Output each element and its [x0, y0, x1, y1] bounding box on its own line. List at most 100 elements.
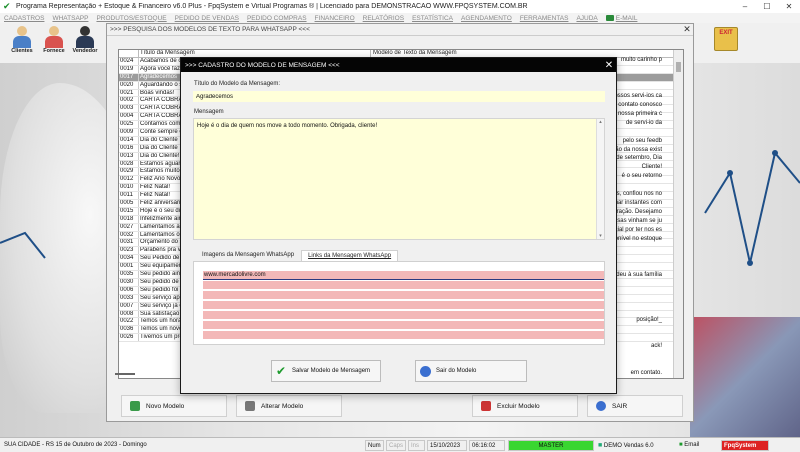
sair-label: SAIR	[612, 402, 628, 410]
row-code: 0033	[119, 294, 139, 302]
alterar-modelo-button[interactable]: Alterar Modelo	[236, 395, 342, 417]
fornece-label: Fornece	[43, 48, 65, 54]
row-code: 0016	[119, 144, 139, 152]
close-button[interactable]: ✕	[778, 2, 800, 11]
link-row[interactable]	[203, 301, 604, 310]
statusbar: SUA CIDADE - RS 15 de Outubro de 2023 - …	[0, 437, 800, 452]
search-window-close[interactable]: ✕	[681, 24, 693, 35]
fornece-button[interactable]: Fornece	[39, 25, 69, 61]
row-code: 0011	[119, 192, 139, 200]
demo-icon: ■	[598, 442, 603, 449]
col-titulo-header[interactable]: Título da Mensagem	[139, 50, 371, 57]
modal-title: >>> CADASTRO DO MODELO DE MENSAGEM <<<	[185, 61, 340, 69]
grid-hscroll[interactable]	[115, 373, 135, 375]
row-code: 0005	[119, 200, 139, 207]
menu-agendamento[interactable]: AGENDAMENTO	[461, 15, 512, 22]
novo-modelo-button[interactable]: Novo Modelo	[121, 395, 227, 417]
row-code: 0009	[119, 129, 139, 136]
scroll-down-icon[interactable]: ▾	[597, 233, 604, 239]
status-email-label: Email	[684, 442, 700, 448]
grid-scrollbar[interactable]	[673, 50, 683, 378]
menu-ajuda[interactable]: AJUDA	[576, 15, 597, 22]
alterar-modelo-label: Alterar Modelo	[261, 402, 304, 410]
status-email[interactable]: ■ Email	[677, 440, 719, 451]
clientes-button[interactable]: Clientes	[7, 25, 37, 61]
link-row[interactable]	[203, 281, 604, 290]
modal-close-button[interactable]: ✕	[602, 60, 616, 71]
row-code: 0029	[119, 168, 139, 176]
row-model-snippet: muito carinho p	[620, 57, 662, 63]
status-demo: ■ DEMO Vendas 6.0	[596, 440, 676, 451]
tab-imagens[interactable]: Imagens da Mensagem WhatsApp	[195, 249, 301, 261]
menu-email[interactable]: E-MAIL	[605, 15, 646, 22]
row-code: 0036	[119, 326, 139, 334]
row-model-snippet: a nossa primeira c	[612, 110, 662, 117]
mensagem-text: Hoje é o dia de quem nos move a todo mom…	[197, 123, 378, 129]
row-code: 0027	[119, 223, 139, 231]
maximize-button[interactable]: ☐	[756, 2, 778, 11]
menu-ferramentas[interactable]: FERRAMENTAS	[520, 15, 569, 22]
row-model-snippet: em contato.	[630, 370, 662, 377]
mensagem-scrollbar[interactable]: ▴ ▾	[596, 119, 604, 239]
scroll-up-icon[interactable]: ▴	[597, 119, 604, 125]
link-row[interactable]	[203, 321, 604, 330]
minimize-button[interactable]: –	[734, 2, 756, 11]
row-code: 0007	[119, 302, 139, 310]
status-city-date: SUA CIDADE - RS 15 de Outubro de 2023 - …	[4, 442, 147, 448]
row-code: 0018	[119, 215, 139, 223]
menu-cadastros[interactable]: CADASTROS	[4, 15, 44, 22]
edit-icon	[245, 401, 255, 411]
row-code: 0010	[119, 184, 139, 192]
link-row[interactable]	[203, 311, 604, 320]
delete-icon	[481, 401, 491, 411]
row-model-snippet: pelo seu feedb	[622, 137, 662, 144]
row-model-snippet: ncial por ter nos es	[611, 227, 662, 234]
row-code: 0030	[119, 278, 139, 286]
app-titlebar: ✔ Programa Representação + Estoque & Fin…	[0, 0, 800, 13]
titulo-input[interactable]	[193, 91, 605, 102]
row-code: 0001	[119, 263, 139, 271]
row-code: 0020	[119, 81, 139, 89]
sair-modelo-button[interactable]: Sair do Modelo	[415, 360, 527, 382]
row-code: 0013	[119, 152, 139, 160]
menu-estatistica[interactable]: ESTATÍSTICA	[412, 15, 453, 22]
background-cart-image	[690, 317, 800, 437]
excluir-modelo-button[interactable]: Excluir Modelo	[472, 395, 578, 417]
row-model-snippet: ilhar instantes com	[611, 200, 662, 207]
link-row[interactable]	[203, 331, 604, 340]
row-code: 0003	[119, 105, 139, 113]
menu-produtos-estoque[interactable]: PRODUTOS/ESTOQUE	[96, 15, 166, 22]
row-model-snippet: contato conosco	[618, 101, 662, 108]
vendedor-button[interactable]: Vendedor	[70, 25, 100, 61]
vendedor-icon	[74, 26, 96, 48]
row-model-snippet: Cliente!	[641, 164, 662, 171]
modal-titlebar: >>> CADASTRO DO MODELO DE MENSAGEM <<< ✕	[181, 58, 616, 72]
search-window-title: >>> PESQUISA DOS MODELOS DE TEXTO PARA W…	[110, 26, 310, 33]
link-row[interactable]	[203, 291, 604, 300]
menu-financeiro[interactable]: FINANCEIRO	[315, 15, 355, 22]
salvar-modelo-label: Salvar Modelo de Mensagem	[292, 368, 371, 374]
menu-pedido-vendas[interactable]: PEDIDO DE VENDAS	[175, 15, 239, 22]
row-code: 0002	[119, 97, 139, 105]
mensagem-textarea[interactable]: Hoje é o dia de quem nos move a todo mom…	[193, 118, 605, 240]
exit-icon[interactable]: EXIT	[714, 27, 738, 51]
salvar-modelo-button[interactable]: ✔ Salvar Modelo de Mensagem	[271, 360, 381, 382]
menu-relatorios[interactable]: RELATÓRIOS	[363, 15, 404, 22]
modal-tabs: Imagens da Mensagem WhatsApp Links da Me…	[195, 247, 399, 261]
status-fpq[interactable]: FpqSystem	[721, 440, 769, 451]
status-date: 15/10/2023	[427, 440, 467, 451]
row-code: 0017	[119, 73, 139, 81]
menu-pedido-compras[interactable]: PEDIDO COMPRAS	[247, 15, 307, 22]
excluir-modelo-label: Excluir Modelo	[497, 402, 540, 410]
status-num: Num	[365, 440, 384, 451]
menubar: CADASTROS WHATSAPP PRODUTOS/ESTOQUE PEDI…	[0, 13, 800, 23]
tab-links[interactable]: Links da Mensagem WhatsApp	[301, 250, 399, 261]
status-ins: Ins	[408, 440, 425, 451]
status-caps: Caps	[386, 440, 406, 451]
email-icon: ■	[679, 442, 683, 448]
menu-whatsapp[interactable]: WHATSAPP	[52, 15, 88, 22]
link-row[interactable]: www.mercadolivre.com	[203, 271, 604, 280]
row-code: 0023	[119, 247, 139, 255]
sair-button[interactable]: SAIR	[587, 395, 683, 417]
clientes-icon	[11, 26, 33, 48]
